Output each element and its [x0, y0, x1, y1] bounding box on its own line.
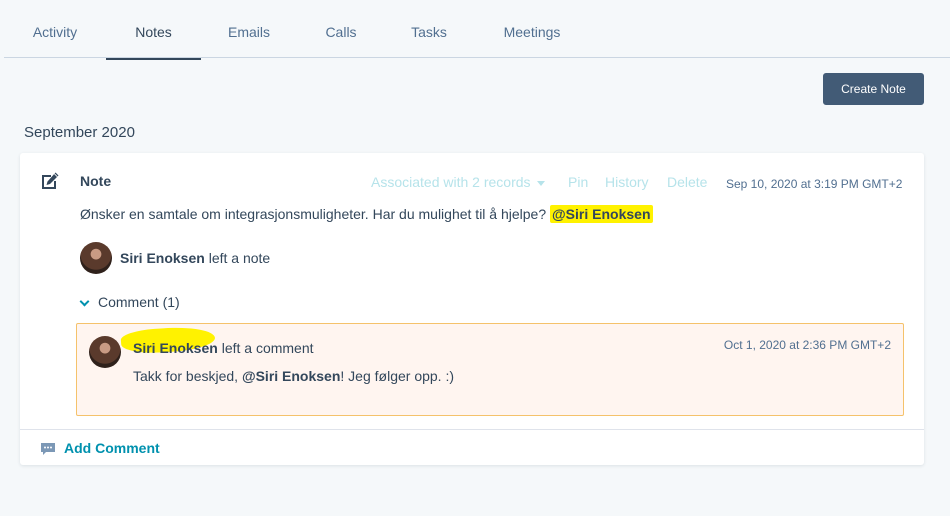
note-card: Note Associated with 2 records Pin Histo…	[20, 153, 924, 465]
comment-toggle[interactable]: Comment (1)	[78, 294, 180, 310]
comment-body-after: ! Jeg følger opp. :)	[340, 368, 455, 384]
delete-link[interactable]: Delete	[667, 174, 707, 190]
comment-body-before: Takk for beskjed,	[133, 368, 242, 384]
mention[interactable]: @Siri Enoksen	[550, 205, 653, 223]
tab-tasks[interactable]: Tasks	[400, 0, 458, 60]
note-timestamp: Sep 10, 2020 at 3:19 PM GMT+2	[726, 177, 903, 191]
mention[interactable]: @Siri Enoksen	[242, 368, 340, 384]
comment-body: Takk for beskjed, @Siri Enoksen! Jeg føl…	[133, 368, 454, 384]
comment-author-action: left a comment	[217, 340, 314, 356]
chevron-down-icon	[79, 296, 90, 307]
tab-activity[interactable]: Activity	[22, 0, 88, 60]
note-author-line: Siri Enoksen left a note	[120, 250, 270, 266]
comment-author-line: Siri Enoksen left a comment	[133, 340, 314, 356]
history-link[interactable]: History	[605, 174, 649, 190]
create-note-button[interactable]: Create Note	[823, 73, 924, 105]
tab-notes[interactable]: Notes	[106, 0, 201, 60]
comment-item: Siri Enoksen left a comment Oct 1, 2020 …	[76, 323, 904, 416]
comment-author-name: Siri Enoksen	[133, 340, 218, 356]
caret-down-icon	[536, 180, 545, 186]
comment-count-label: Comment (1)	[98, 294, 180, 310]
tab-divider	[4, 57, 950, 58]
avatar	[89, 336, 121, 368]
edit-note-icon	[42, 172, 59, 189]
note-body-text: Ønsker en samtale om integrasjonsmulighe…	[80, 206, 551, 222]
pin-link[interactable]: Pin	[568, 174, 588, 190]
add-comment-button[interactable]: Add Comment	[40, 440, 160, 456]
comment-timestamp: Oct 1, 2020 at 2:36 PM GMT+2	[723, 338, 891, 352]
card-divider	[20, 429, 924, 430]
note-title: Note	[80, 173, 112, 189]
author-name: Siri Enoksen	[120, 250, 205, 266]
tab-bar: Activity Notes Emails Calls Tasks Meetin…	[0, 0, 950, 60]
add-comment-label: Add Comment	[64, 440, 160, 456]
associated-records-label: Associated with 2 records	[371, 174, 531, 190]
month-heading: September 2020	[24, 124, 135, 141]
tab-emails[interactable]: Emails	[218, 0, 280, 60]
comment-bubble-icon	[41, 443, 55, 456]
author-action: left a note	[204, 250, 271, 266]
tab-meetings[interactable]: Meetings	[490, 0, 574, 60]
tab-calls[interactable]: Calls	[313, 0, 369, 60]
avatar	[80, 242, 112, 274]
associated-records-dropdown[interactable]: Associated with 2 records	[371, 174, 545, 190]
note-body: Ønsker en samtale om integrasjonsmulighe…	[80, 205, 653, 223]
